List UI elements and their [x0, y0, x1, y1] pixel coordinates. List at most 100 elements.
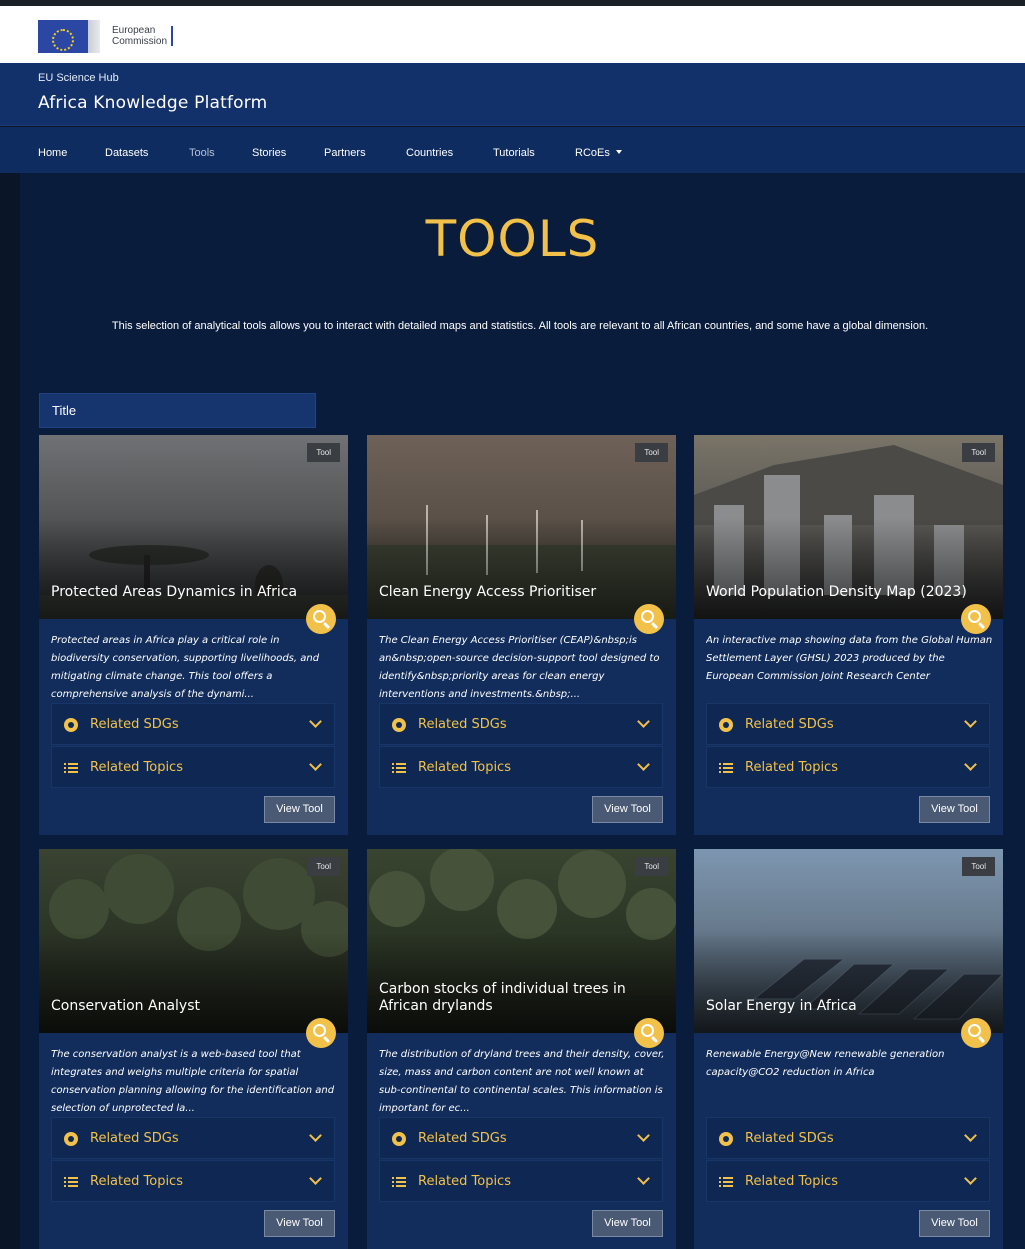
related-topics-label: Related Topics: [418, 1174, 511, 1189]
card-image[interactable]: Tool Protected Areas Dynamics in Africa: [39, 435, 348, 619]
chevron-down-icon: [964, 758, 977, 771]
nav-stories[interactable]: Stories: [252, 147, 286, 159]
tool-badge: Tool: [307, 443, 340, 462]
search-icon[interactable]: [634, 604, 664, 634]
view-tool-button[interactable]: View Tool: [592, 796, 663, 823]
nav-tools[interactable]: Tools: [189, 147, 215, 159]
related-topics-label: Related Topics: [90, 760, 183, 775]
search-handle: [977, 621, 986, 630]
flag-fold: [88, 20, 100, 53]
card-description: An interactive map showing data from the…: [706, 635, 993, 682]
ec-logo-line2: Commission: [112, 36, 168, 47]
card-title: Clean Energy Access Prioritiser: [379, 584, 597, 600]
nav-home[interactable]: Home: [38, 147, 67, 159]
view-tool-button[interactable]: View Tool: [264, 1210, 335, 1237]
list-icon: [392, 761, 406, 775]
nav-datasets[interactable]: Datasets: [105, 147, 148, 159]
search-handle: [650, 621, 659, 630]
related-sdgs-label: Related SDGs: [418, 717, 507, 732]
search-icon[interactable]: [634, 1018, 664, 1048]
related-sdgs-accordion[interactable]: Related SDGs: [51, 703, 335, 745]
ec-logo-text: European Commission: [112, 25, 167, 47]
site-header: EU Science Hub Africa Knowledge Platform: [0, 63, 1025, 126]
tool-card: Tool Clean Energy Access Prioritiser The…: [367, 435, 676, 835]
chevron-down-icon: [964, 1129, 977, 1142]
related-sdgs-accordion[interactable]: Related SDGs: [706, 703, 990, 745]
view-tool-button[interactable]: View Tool: [592, 1210, 663, 1237]
tool-card: Tool Protected Areas Dynamics in Africa …: [39, 435, 348, 835]
card-description: Renewable Energy@New renewable generatio…: [706, 1049, 945, 1078]
related-topics-label: Related Topics: [745, 760, 838, 775]
chevron-down-icon: [309, 1172, 322, 1185]
related-topics-accordion[interactable]: Related Topics: [379, 746, 663, 788]
sdg-wheel-icon: [719, 1132, 733, 1146]
tool-badge: Tool: [635, 857, 668, 876]
list-icon: [392, 1175, 406, 1189]
chevron-down-icon: [964, 715, 977, 728]
view-tool-button[interactable]: View Tool: [264, 796, 335, 823]
card-description: The Clean Energy Access Prioritiser (CEA…: [379, 635, 660, 700]
related-sdgs-accordion[interactable]: Related SDGs: [379, 703, 663, 745]
sdg-wheel-icon: [392, 1132, 406, 1146]
ec-logo-line1: European: [112, 25, 156, 36]
related-topics-label: Related Topics: [418, 760, 511, 775]
nav-rcoes-label: RCoEs: [575, 147, 610, 159]
tool-badge: Tool: [307, 857, 340, 876]
related-sdgs-accordion[interactable]: Related SDGs: [379, 1117, 663, 1159]
chevron-down-icon: [309, 1129, 322, 1142]
card-image[interactable]: Tool World Population Density Map (2023): [694, 435, 1003, 619]
site-title[interactable]: Africa Knowledge Platform: [38, 93, 267, 113]
view-tool-button[interactable]: View Tool: [919, 1210, 990, 1237]
related-sdgs-accordion[interactable]: Related SDGs: [51, 1117, 335, 1159]
tool-card: Tool Carbon stocks of individual trees i…: [367, 849, 676, 1249]
chevron-down-icon: [309, 758, 322, 771]
nav-countries[interactable]: Countries: [406, 147, 453, 159]
card-image[interactable]: Tool Conservation Analyst: [39, 849, 348, 1033]
search-handle: [322, 1035, 331, 1044]
card-title: Carbon stocks of individual trees in Afr…: [379, 981, 626, 1014]
european-commission-logo[interactable]: European Commission: [38, 16, 178, 53]
card-image[interactable]: Tool Carbon stocks of individual trees i…: [367, 849, 676, 1033]
related-sdgs-label: Related SDGs: [418, 1131, 507, 1146]
related-topics-accordion[interactable]: Related Topics: [51, 1160, 335, 1202]
related-topics-label: Related Topics: [745, 1174, 838, 1189]
caret-down-icon: [615, 150, 622, 154]
title-filter[interactable]: Title: [39, 393, 316, 428]
page-title: TOOLS: [425, 210, 600, 268]
nav-partners[interactable]: Partners: [324, 147, 366, 159]
nav-tutorials[interactable]: Tutorials: [493, 147, 535, 159]
tool-card: Tool Conservation Analyst The conservati…: [39, 849, 348, 1249]
related-topics-accordion[interactable]: Related Topics: [706, 746, 990, 788]
page-intro: This selection of analytical tools allow…: [111, 320, 929, 332]
eu-flag-icon: [38, 20, 88, 53]
search-icon[interactable]: [961, 1018, 991, 1048]
tool-badge: Tool: [962, 857, 995, 876]
main-nav: Home Datasets Tools Stories Partners Cou…: [0, 127, 1025, 173]
search-handle: [977, 1035, 986, 1044]
sdg-wheel-icon: [64, 1132, 78, 1146]
related-sdgs-accordion[interactable]: Related SDGs: [706, 1117, 990, 1159]
card-title: Solar Energy in Africa: [706, 998, 857, 1014]
related-topics-accordion[interactable]: Related Topics: [706, 1160, 990, 1202]
site-org[interactable]: EU Science Hub: [38, 72, 119, 84]
search-icon[interactable]: [961, 604, 991, 634]
card-image[interactable]: Tool Solar Energy in Africa: [694, 849, 1003, 1033]
related-sdgs-label: Related SDGs: [745, 717, 834, 732]
related-sdgs-label: Related SDGs: [745, 1131, 834, 1146]
related-topics-accordion[interactable]: Related Topics: [379, 1160, 663, 1202]
nav-rcoes[interactable]: RCoEs: [575, 147, 622, 159]
view-tool-button[interactable]: View Tool: [919, 796, 990, 823]
search-icon[interactable]: [306, 1018, 336, 1048]
chevron-down-icon: [637, 1172, 650, 1185]
chevron-down-icon: [964, 1172, 977, 1185]
sdg-wheel-icon: [392, 718, 406, 732]
card-image[interactable]: Tool Clean Energy Access Prioritiser: [367, 435, 676, 619]
related-topics-accordion[interactable]: Related Topics: [51, 746, 335, 788]
sdg-wheel-icon: [719, 718, 733, 732]
ec-header: European Commission: [0, 6, 1025, 63]
chevron-down-icon: [637, 715, 650, 728]
chevron-down-icon: [637, 1129, 650, 1142]
chevron-down-icon: [637, 758, 650, 771]
search-icon[interactable]: [306, 604, 336, 634]
eu-stars-icon: [52, 29, 74, 51]
